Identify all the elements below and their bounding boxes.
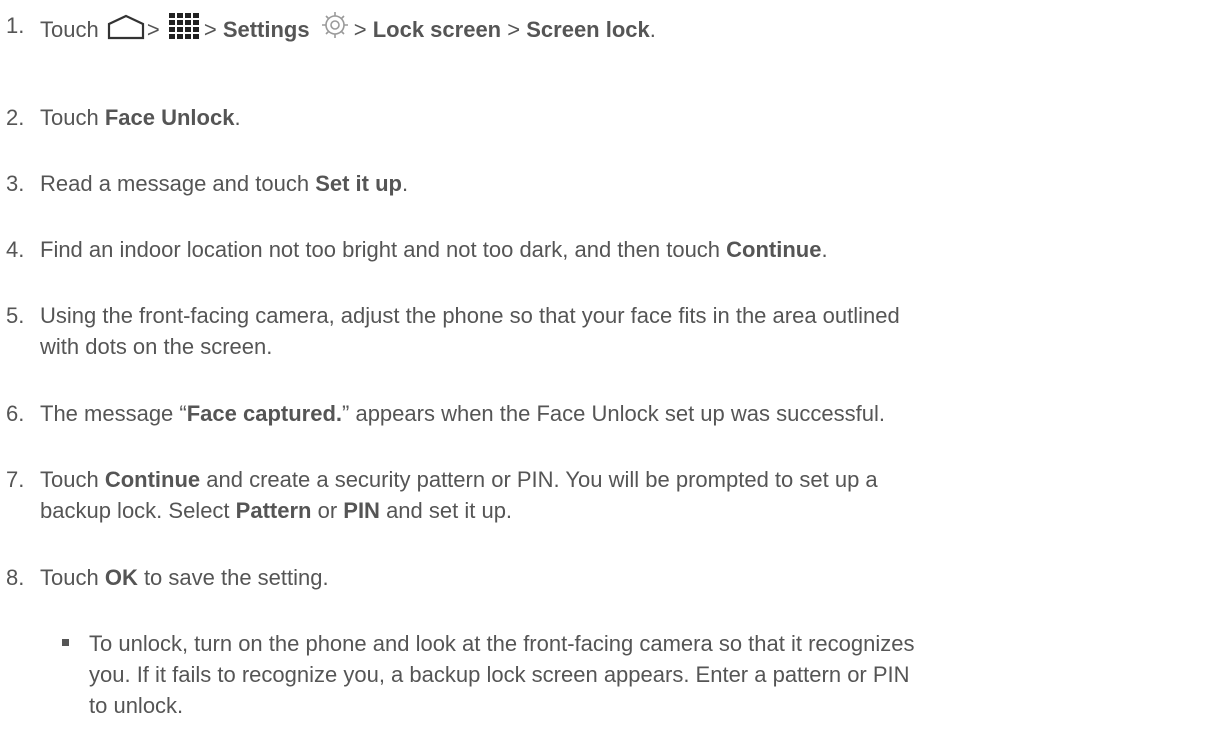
step-number: 2.: [6, 105, 25, 130]
step-5-line-2: with dots on the screen.: [40, 334, 273, 359]
step-7-text-a: Touch: [40, 467, 105, 492]
face-unlock-label: Face Unlock: [104, 105, 235, 130]
ok-label: OK: [104, 565, 138, 590]
step-number: 6.: [6, 401, 25, 426]
step-1-end: .: [649, 17, 656, 42]
step-number: 3.: [6, 171, 25, 196]
note-line-2: you. If it fails to recognize you, a bac…: [89, 662, 910, 687]
step-1-separator: >: [507, 17, 521, 42]
step-1-separator: >: [146, 17, 160, 42]
step-7-text-e: and set it up.: [379, 498, 513, 523]
set-it-up-label: Set it up: [315, 171, 402, 196]
step-text: Touch OK to save the setting.: [40, 562, 1210, 593]
step-7-text-b: and create a security pattern or PIN. Yo…: [200, 467, 878, 492]
step-number: 1.: [6, 13, 25, 38]
step-text: Touch Face Unlock.: [40, 102, 1210, 133]
step-text: Find an indoor location not too bright a…: [40, 234, 1210, 265]
settings-label: Settings: [222, 17, 310, 42]
apps-grid-icon: [168, 12, 202, 48]
step-4-text-a: Find an indoor location not too bright a…: [40, 237, 727, 262]
step-number: 7.: [6, 467, 25, 492]
screen-lock-label: Screen lock: [526, 17, 650, 42]
step-1-separator: >: [203, 17, 217, 42]
step-7-line-1: Touch Continue and create a security pat…: [40, 464, 1210, 495]
note-text: To unlock, turn on the phone and look at…: [89, 628, 1214, 721]
step-3-text-b: .: [401, 171, 409, 196]
face-captured-label: Face captured.: [186, 401, 343, 426]
pattern-label: Pattern: [235, 498, 312, 523]
step-7-text-c: backup lock. Select: [40, 498, 236, 523]
step-text: Read a message and touch Set it up.: [40, 168, 1210, 199]
lock-screen-label: Lock screen: [372, 17, 502, 42]
step-5-line-1: Using the front-facing camera, adjust th…: [40, 303, 900, 328]
note-line-3: to unlock.: [89, 693, 184, 718]
step-6-text-b: ” appears when the Face Unlock set up wa…: [342, 401, 885, 426]
settings-gear-icon: [318, 10, 352, 48]
step-3-text-a: Read a message and touch: [40, 171, 316, 196]
step-text: Touch Continue and create a security pat…: [40, 464, 1210, 526]
step-number: 5.: [6, 303, 25, 328]
step-number: 4.: [6, 237, 25, 262]
step-8-text-b: to save the setting.: [137, 565, 329, 590]
step-2-text-b: .: [234, 105, 241, 130]
step-6-text-a: The message “: [40, 401, 187, 426]
note-line-1: To unlock, turn on the phone and look at…: [89, 631, 915, 656]
step-1-separator: >: [353, 17, 367, 42]
step-text: The message “Face captured.” appears whe…: [40, 398, 1210, 429]
step-2-text-a: Touch: [40, 105, 105, 130]
step-text: Touch > > Settings > Lock screen > Scree…: [40, 10, 1210, 48]
continue-label: Continue: [104, 467, 201, 492]
step-1-touch-text: Touch: [40, 17, 99, 42]
pin-label: PIN: [343, 498, 380, 523]
home-icon: [107, 14, 145, 48]
bullet-icon: [62, 639, 69, 646]
step-8-text-a: Touch: [40, 565, 105, 590]
step-7-line-2: backup lock. Select Pattern or PIN and s…: [40, 495, 1210, 526]
continue-label: Continue: [726, 237, 822, 262]
step-number: 8.: [6, 565, 25, 590]
step-text: Using the front-facing camera, adjust th…: [40, 300, 1210, 362]
step-7-text-d: or: [311, 498, 344, 523]
step-4-text-b: .: [821, 237, 828, 262]
